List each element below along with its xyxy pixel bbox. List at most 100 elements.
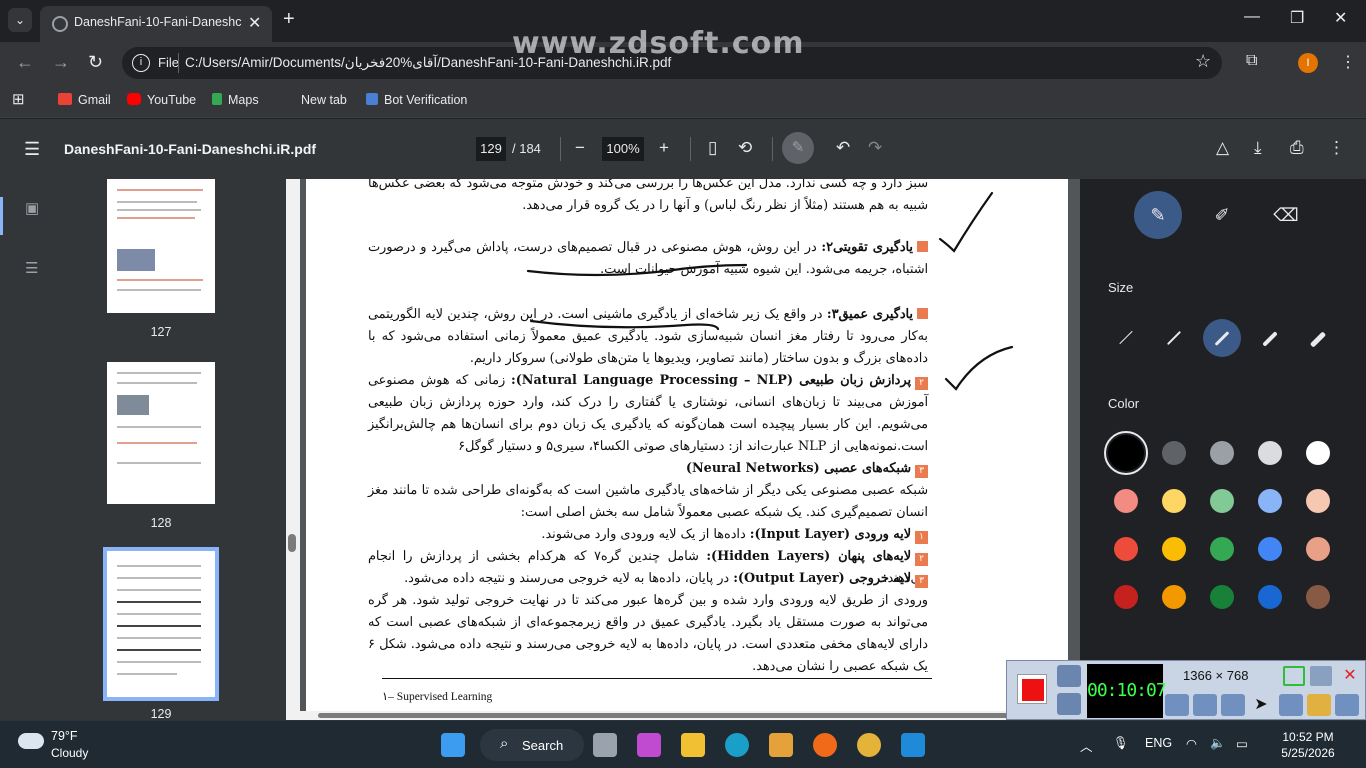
print-icon[interactable]: ⎙ [1290, 138, 1304, 158]
hamburger-menu-icon[interactable]: ☰ [24, 139, 40, 160]
folder-icon[interactable] [1307, 694, 1331, 716]
drive-icon[interactable]: △ [1216, 138, 1229, 158]
outline-icon[interactable]: ☰ [25, 259, 38, 277]
pause-icon[interactable] [1057, 693, 1081, 715]
new-tab-button[interactable]: + [283, 8, 295, 31]
size-option-selected[interactable] [1203, 319, 1241, 357]
color-swatch[interactable] [1210, 537, 1234, 561]
color-swatch[interactable] [1114, 585, 1138, 609]
weather-temperature[interactable]: 79°F [51, 729, 78, 743]
scrollbar-thumb[interactable] [288, 534, 296, 552]
color-swatch[interactable] [1306, 585, 1330, 609]
color-swatch[interactable] [1306, 489, 1330, 513]
restore-button[interactable]: ❐ [1290, 8, 1304, 28]
size-option[interactable] [1155, 319, 1193, 357]
edge-icon[interactable] [725, 733, 749, 757]
color-swatch[interactable] [1306, 537, 1330, 561]
start-icon[interactable] [441, 733, 465, 757]
more-icon[interactable]: ⋮ [1328, 138, 1345, 158]
task-view-icon[interactable] [593, 733, 617, 757]
color-swatch[interactable] [1114, 537, 1138, 561]
minimize-button[interactable]: — [1244, 8, 1260, 26]
profile-avatar[interactable]: I [1298, 53, 1318, 73]
page-number-input[interactable]: 129 [476, 137, 506, 161]
speaker-icon[interactable] [1165, 694, 1189, 716]
color-swatch[interactable] [1210, 441, 1234, 465]
extensions-icon[interactable]: ⧉ [1246, 52, 1257, 70]
pen-icon[interactable] [1279, 694, 1303, 716]
zoom-in-icon[interactable]: + [659, 138, 669, 158]
scrollbar-thumb[interactable] [318, 713, 1018, 718]
tab-search-button[interactable]: ⌄ [8, 8, 32, 32]
eraser-tool-icon[interactable]: ⌫ [1262, 191, 1310, 239]
horizontal-scrollbar[interactable] [300, 711, 1080, 720]
zoom-out-icon[interactable]: − [575, 138, 585, 158]
microphone-tray-icon[interactable]: 🎙 [1113, 736, 1129, 751]
bookmark-bot-verification[interactable]: Bot Verification [366, 93, 467, 107]
bookmark-star-icon[interactable]: ☆ [1195, 51, 1211, 72]
browser-tab[interactable]: DaneshFani-10-Fani-Daneshchi.iR.pdf ✕ [40, 6, 272, 42]
color-swatch[interactable] [1162, 537, 1186, 561]
zoom-input[interactable]: 100% [602, 137, 644, 161]
redo-icon[interactable]: ↷ [868, 138, 882, 158]
close-window-button[interactable]: ✕ [1334, 8, 1347, 28]
color-swatch[interactable] [1162, 585, 1186, 609]
stop-record-button[interactable] [1017, 674, 1047, 704]
fit-page-icon[interactable]: ▯ [708, 138, 717, 158]
volume-icon[interactable]: 🔈 [1210, 736, 1226, 751]
reload-icon[interactable]: ↻ [88, 52, 103, 73]
microphone-icon[interactable] [1193, 694, 1217, 716]
weather-description[interactable]: Cloudy [51, 746, 88, 760]
chrome-icon[interactable] [857, 733, 881, 757]
undo-icon[interactable]: ↶ [836, 138, 850, 158]
taskbar-search[interactable]: ⌕ Search [480, 729, 584, 761]
color-swatch[interactable] [1114, 489, 1138, 513]
download-icon[interactable]: ⤓ [1254, 138, 1262, 158]
region-icon[interactable] [1283, 666, 1305, 686]
chevron-up-icon[interactable]: ︿ [1080, 736, 1093, 755]
color-swatch[interactable] [1162, 441, 1186, 465]
back-arrow-icon[interactable]: ← [16, 52, 34, 73]
thumbnail-page-current[interactable] [103, 547, 219, 701]
bookmark-gmail[interactable]: Gmail [58, 93, 111, 107]
bookmark-youtube[interactable]: YouTube [127, 93, 196, 107]
thumbnails-icon[interactable]: ▣ [25, 199, 39, 217]
browser-menu-icon[interactable]: ⋮ [1340, 52, 1356, 72]
m365-icon[interactable] [637, 733, 661, 757]
clock[interactable]: 10:52 PM 5/25/2026 [1268, 729, 1348, 761]
rotate-icon[interactable]: ⟲ [738, 138, 752, 158]
color-swatch[interactable] [1258, 585, 1282, 609]
thumbnail-page[interactable] [107, 179, 215, 313]
thumbnail-scrollbar[interactable] [286, 179, 300, 720]
color-swatch-selected[interactable] [1104, 431, 1148, 475]
color-swatch[interactable] [1210, 585, 1234, 609]
size-option[interactable] [1107, 319, 1145, 357]
tab-close-icon[interactable]: ✕ [248, 13, 261, 33]
info-icon[interactable]: i [132, 54, 150, 72]
webcam-icon[interactable] [1221, 694, 1245, 716]
color-swatch[interactable] [1258, 537, 1282, 561]
vscode-icon[interactable] [901, 733, 925, 757]
file-explorer-icon[interactable] [681, 733, 705, 757]
apps-grid-icon[interactable]: ⊞ [12, 90, 25, 108]
color-swatch[interactable] [1162, 489, 1186, 513]
color-swatch[interactable] [1258, 441, 1282, 465]
forward-arrow-icon[interactable]: → [52, 52, 70, 73]
color-swatch[interactable] [1306, 441, 1330, 465]
annotate-icon[interactable]: ✎ [782, 132, 814, 164]
pen-tool-icon[interactable]: ✎ [1134, 191, 1182, 239]
cursor-icon[interactable]: ➤ [1249, 694, 1273, 716]
language-indicator[interactable]: ENG [1145, 736, 1172, 750]
highlighter-tool-icon[interactable]: ✐ [1198, 191, 1246, 239]
minimize-recorder-icon[interactable] [1310, 666, 1332, 686]
thumbnail-page[interactable] [107, 362, 215, 504]
store-icon[interactable] [769, 733, 793, 757]
battery-icon[interactable]: ▭ [1236, 736, 1248, 751]
color-swatch[interactable] [1210, 489, 1234, 513]
camera-icon[interactable] [1057, 665, 1081, 687]
size-option[interactable] [1251, 319, 1289, 357]
settings-gear-icon[interactable] [1335, 694, 1359, 716]
close-recorder-icon[interactable]: ✕ [1339, 666, 1361, 686]
bookmark-maps[interactable]: Maps [212, 93, 259, 107]
wifi-icon[interactable]: ◠ [1186, 736, 1197, 751]
